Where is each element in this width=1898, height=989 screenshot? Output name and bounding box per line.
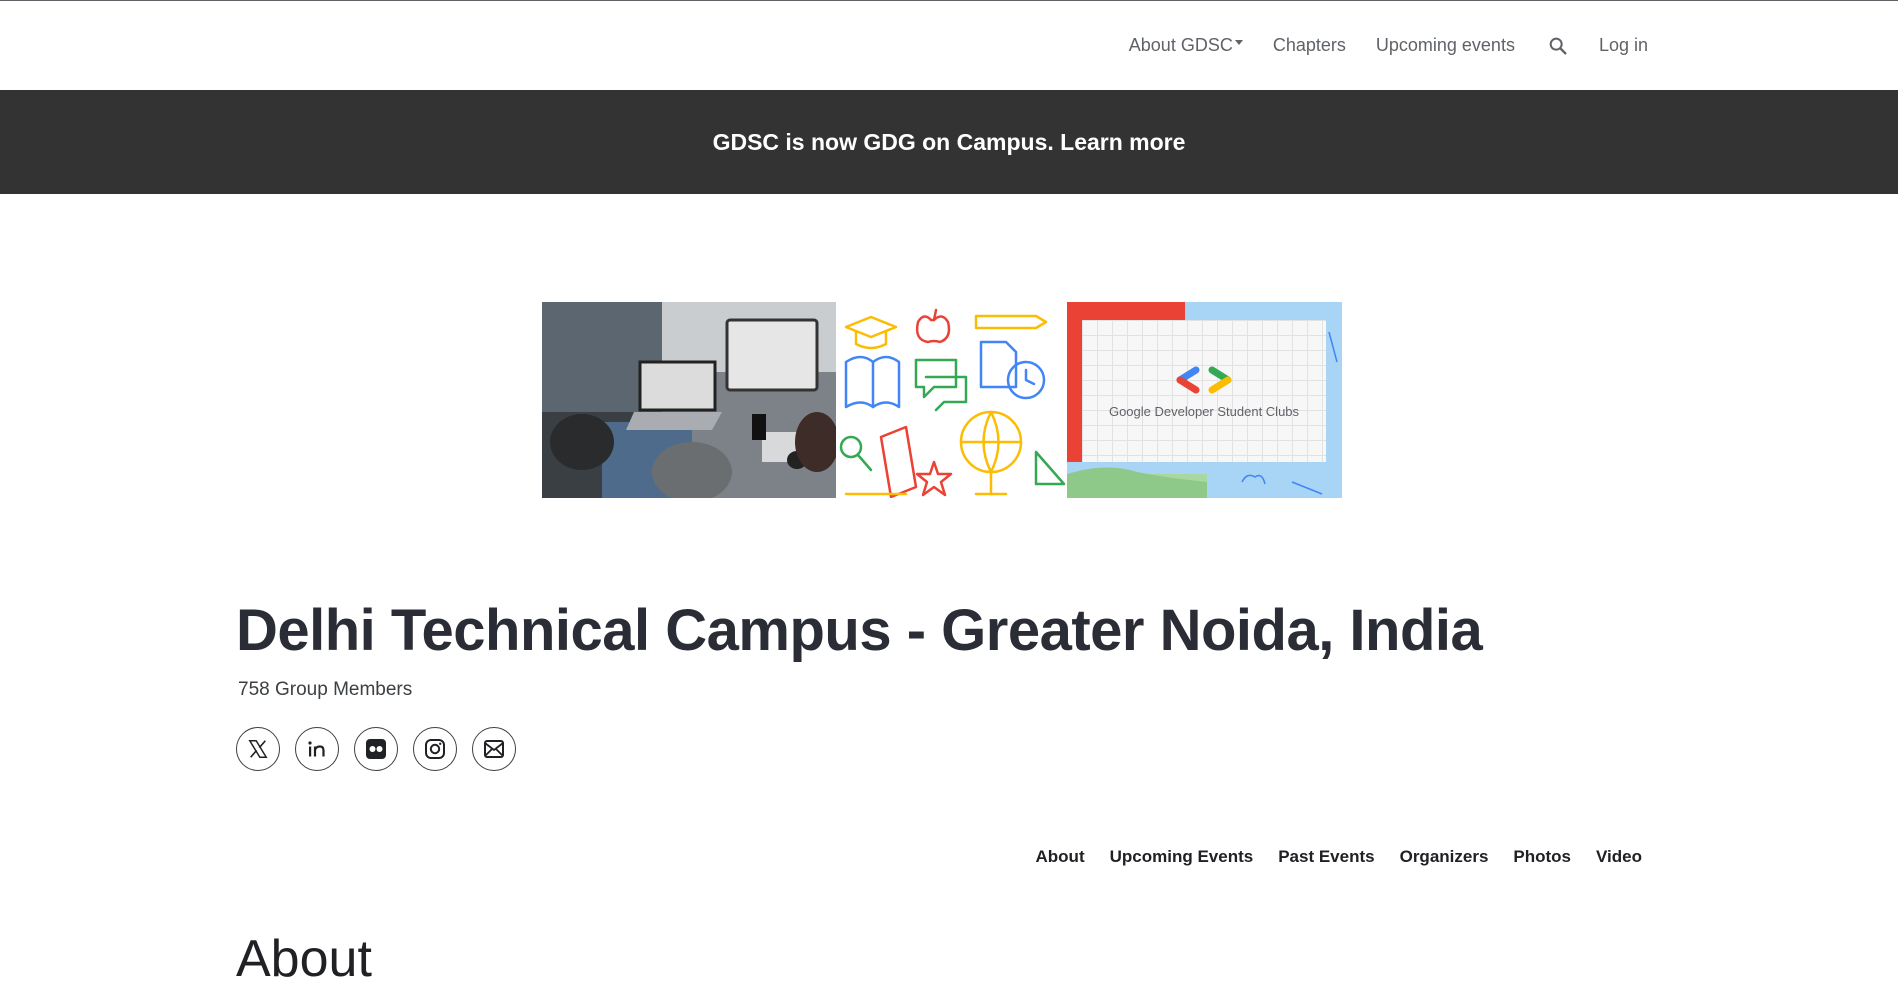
linkedin-link[interactable] — [295, 727, 339, 771]
email-icon — [484, 740, 504, 758]
education-doodles-illustration — [836, 302, 1067, 499]
login-label: Log in — [1598, 35, 1648, 55]
students-laptop-photo — [542, 302, 836, 498]
subnav-video[interactable]: Video — [1596, 847, 1642, 867]
subnav-upcoming-events[interactable]: Upcoming Events — [1110, 847, 1254, 867]
about-section-heading: About — [236, 930, 372, 988]
instagram-icon — [425, 739, 445, 759]
subnav-organizers[interactable]: Organizers — [1400, 847, 1489, 867]
chapter-title: Delhi Technical Campus - Greater Noida, … — [236, 598, 1483, 663]
flickr-link[interactable] — [354, 727, 398, 771]
subnav-about[interactable]: About — [1036, 847, 1085, 867]
member-count: 758 Group Members — [238, 679, 413, 700]
gdsc-brackets-logo — [1176, 366, 1232, 393]
nav-upcoming-events[interactable]: Upcoming events — [1376, 35, 1515, 56]
nav-chapters-label: Chapters — [1272, 35, 1346, 55]
instagram-link[interactable] — [413, 727, 457, 771]
nav-about-gdsc[interactable]: About GDSC — [1129, 35, 1243, 56]
gdsc-logo-text: Google Developer Student Clubs — [1108, 403, 1300, 419]
announcement-banner[interactable]: GDSC is now GDG on Campus. Learn more — [0, 90, 1898, 194]
flickr-icon — [366, 739, 386, 759]
login-link[interactable]: Log in — [1599, 35, 1648, 56]
subnav-past-events[interactable]: Past Events — [1278, 847, 1374, 867]
chapter-section-nav: About Upcoming Events Past Events Organi… — [1036, 847, 1642, 867]
x-icon — [248, 740, 268, 758]
nav-about-gdsc-label: About GDSC — [1128, 35, 1233, 55]
nav-chapters[interactable]: Chapters — [1273, 35, 1346, 56]
social-links — [236, 727, 516, 771]
search-icon[interactable] — [1547, 35, 1569, 57]
hero-banner-image: Google Developer Student Clubs — [542, 302, 1342, 499]
caret-down-icon — [1234, 40, 1243, 45]
x-link[interactable] — [236, 727, 280, 771]
gdsc-logo-tile: Google Developer Student Clubs — [1067, 302, 1342, 498]
top-navigation: About GDSC Chapters Upcoming events Log … — [0, 1, 1898, 90]
subnav-photos[interactable]: Photos — [1513, 847, 1571, 867]
linkedin-icon — [308, 741, 325, 757]
email-link[interactable] — [472, 727, 516, 771]
gdsc-logo-card: Google Developer Student Clubs — [1082, 320, 1326, 462]
banner-text: GDSC is now GDG on Campus. Learn more — [712, 128, 1186, 155]
nav-upcoming-events-label: Upcoming events — [1375, 35, 1515, 55]
